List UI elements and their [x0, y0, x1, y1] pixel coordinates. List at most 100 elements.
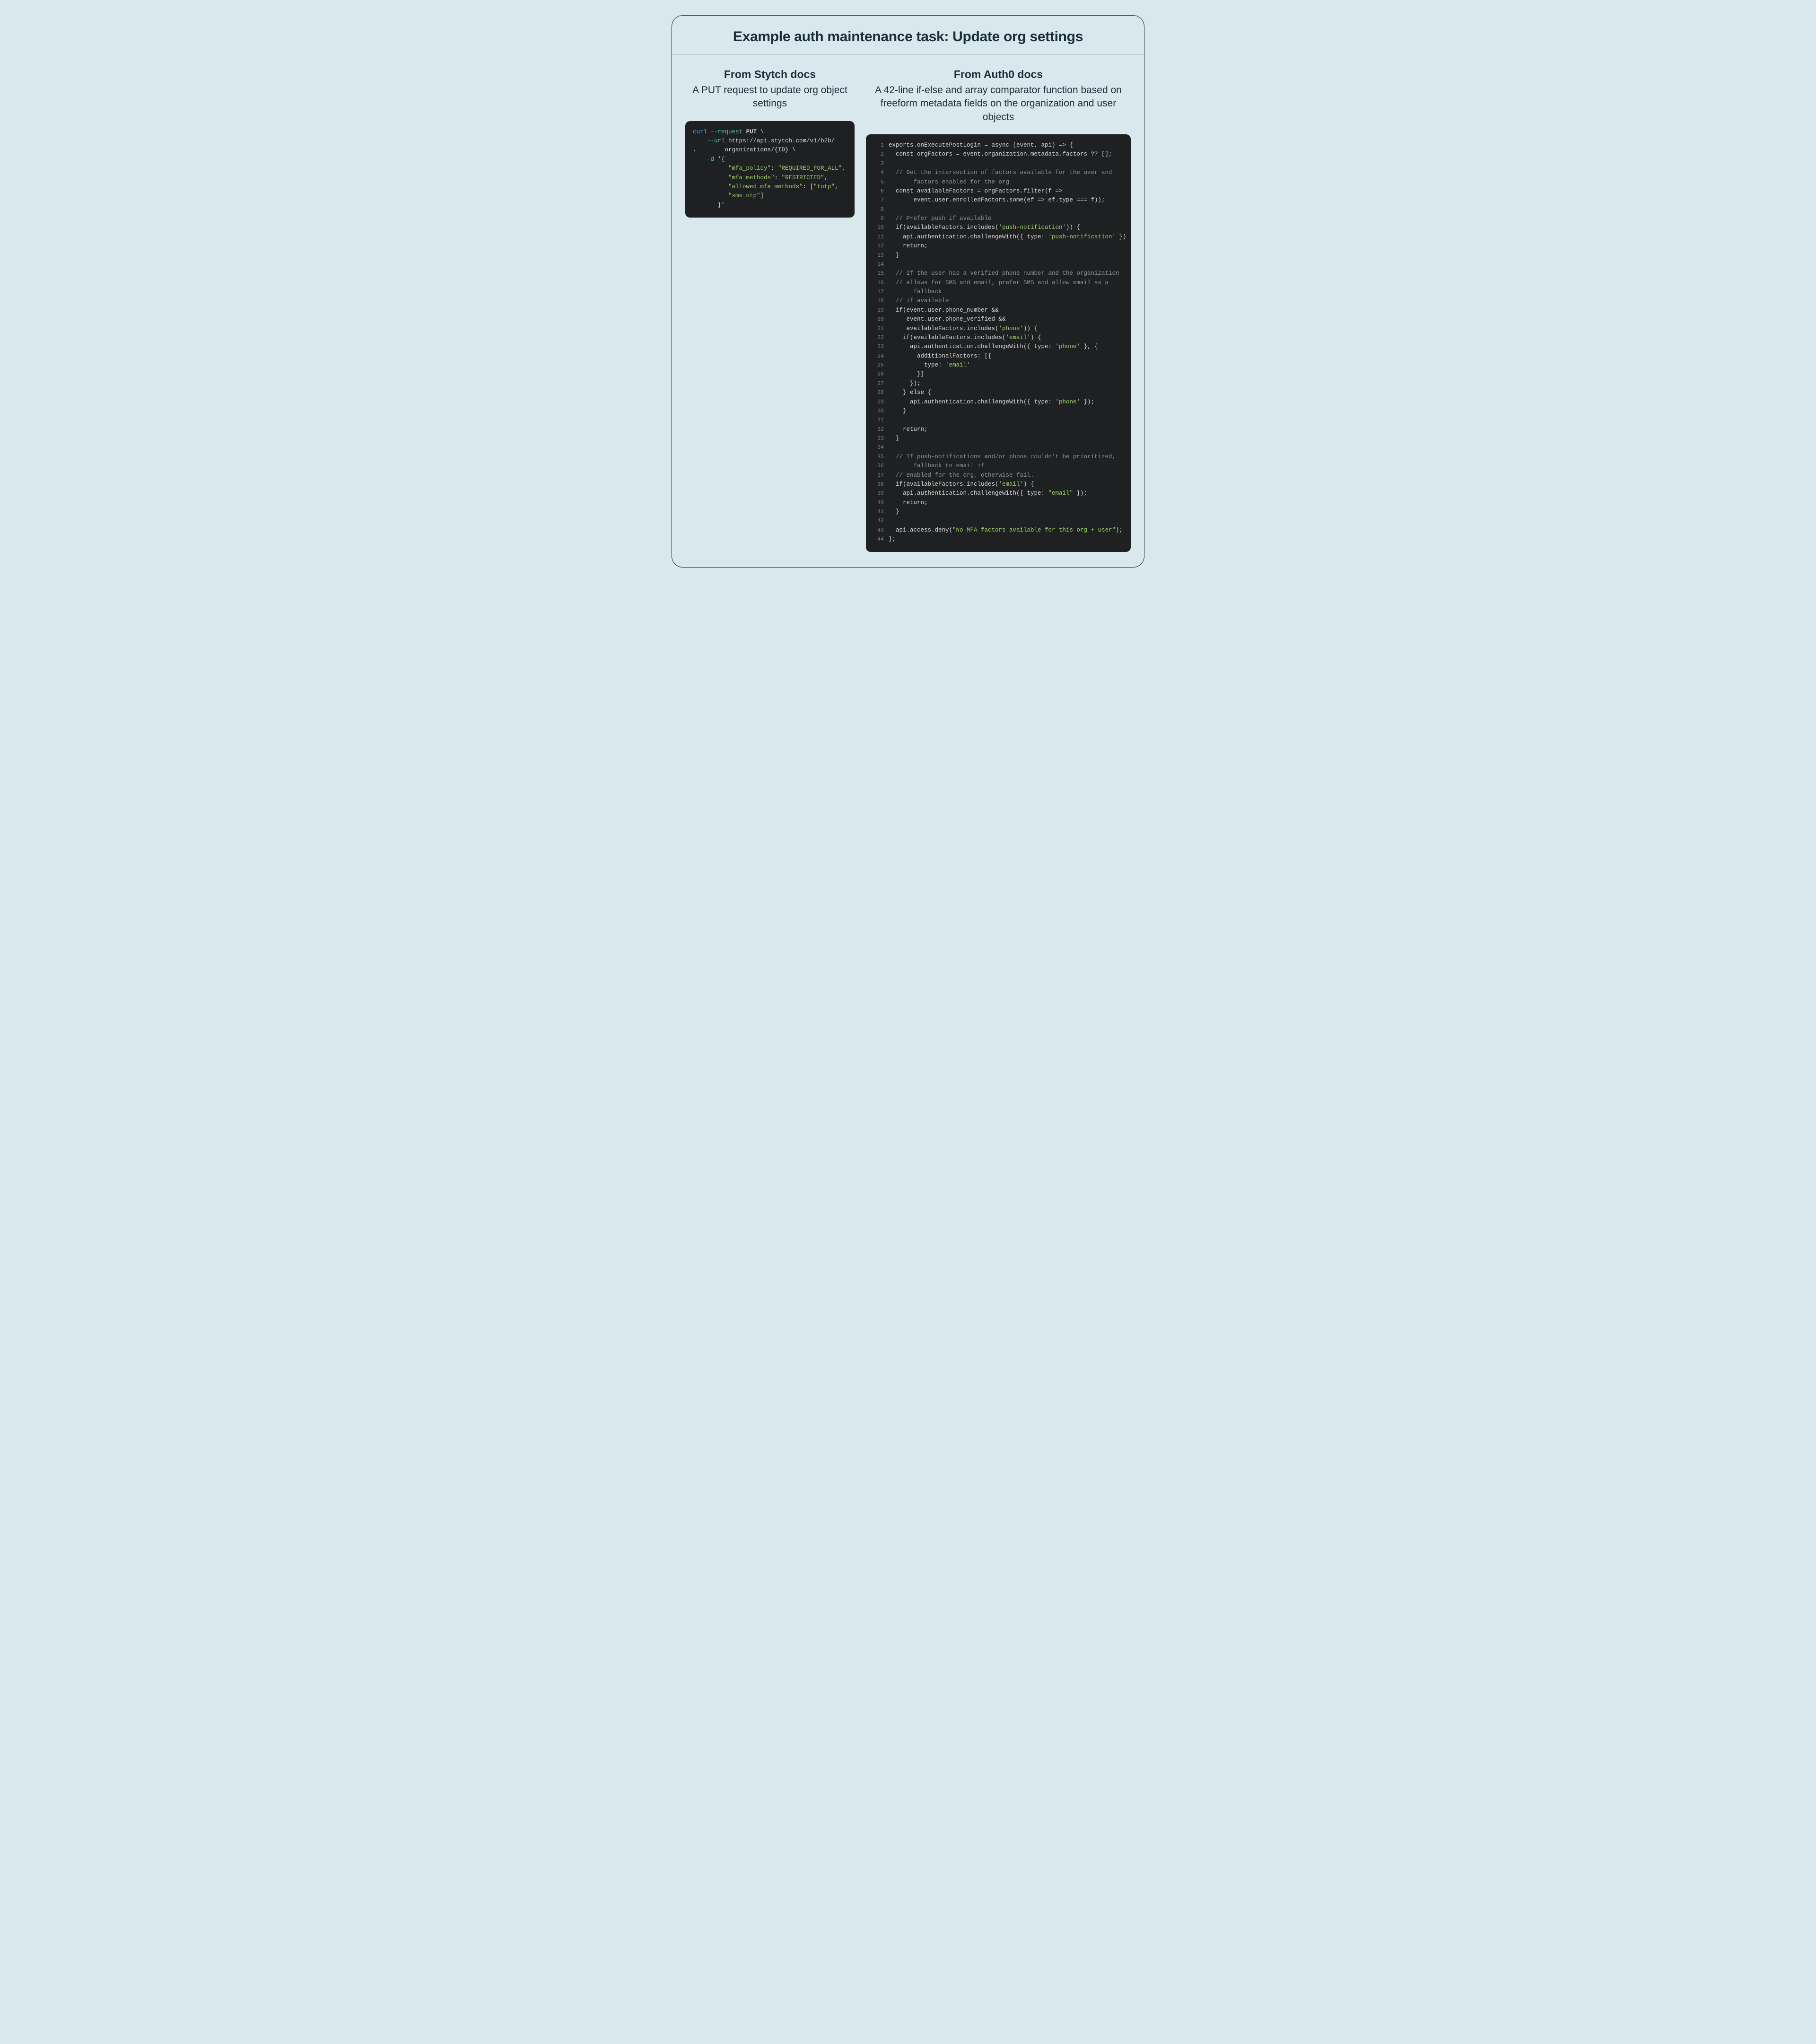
line-number: 8	[873, 205, 884, 214]
line-content: availableFactors.includes('phone')) {	[889, 324, 1038, 333]
line-number: 43	[873, 526, 884, 535]
code-line: 36 fallback to email if	[873, 462, 1123, 471]
code-line: 42	[873, 516, 1123, 525]
line-number: 10	[873, 223, 884, 232]
code-line: curl --request PUT \	[693, 128, 847, 137]
line-content: // allows for SMS and email, prefer SMS …	[889, 279, 1109, 288]
code-line: -d '{	[693, 155, 847, 164]
line-number: 12	[873, 242, 884, 251]
left-column: From Stytch docs A PUT request to update…	[685, 68, 855, 218]
line-number: 23	[873, 342, 884, 351]
line-content	[889, 159, 892, 168]
line-content: exports.onExecutePostLogin = async (even…	[889, 141, 1073, 150]
line-content: api.authentication.challengeWith({ type:…	[889, 342, 1098, 351]
code-line: 26 }]	[873, 370, 1123, 379]
line-number: 25	[873, 361, 884, 370]
code-line: 11 api.authentication.challengeWith({ ty…	[873, 233, 1123, 242]
line-content: api.authentication.challengeWith({ type:…	[889, 489, 1087, 498]
code-line: 20 event.user.phone_verified &&	[873, 315, 1123, 324]
code-line: 34	[873, 443, 1123, 452]
line-number: 5	[873, 178, 884, 187]
code-line: 30 }	[873, 407, 1123, 416]
code-line: 12 return;	[873, 242, 1123, 251]
code-line: 18 // if available	[873, 297, 1123, 306]
code-line: 29 api.authentication.challengeWith({ ty…	[873, 398, 1123, 407]
left-title: From Stytch docs	[685, 68, 855, 81]
line-content: fallback	[889, 288, 942, 297]
line-content: // Get the intersection of factors avail…	[889, 168, 1112, 177]
line-number: 28	[873, 388, 884, 397]
right-title: From Auth0 docs	[866, 68, 1131, 81]
line-content: "sms_otp"]	[693, 192, 764, 201]
line-content: if(event.user.phone_number &&	[889, 306, 999, 315]
line-content: }]	[889, 370, 924, 379]
line-number: 44	[873, 535, 884, 544]
line-content: // If the user has a verified phone numb…	[889, 269, 1119, 278]
line-number: 3	[873, 159, 884, 168]
line-content: }'	[693, 201, 725, 210]
line-content	[889, 205, 892, 214]
line-number: 21	[873, 324, 884, 333]
line-number: 34	[873, 443, 884, 452]
code-line: 8	[873, 205, 1123, 214]
line-content: const availableFactors = orgFactors.filt…	[889, 187, 1063, 196]
line-content: additionalFactors: [{	[889, 352, 992, 361]
code-line: 23 api.authentication.challengeWith({ ty…	[873, 342, 1123, 351]
code-line: 6 const availableFactors = orgFactors.fi…	[873, 187, 1123, 196]
right-column: From Auth0 docs A 42-line if-else and ar…	[866, 68, 1131, 552]
line-number: 14	[873, 260, 884, 269]
line-number: 39	[873, 489, 884, 498]
code-line: 33 }	[873, 434, 1123, 443]
line-number: 38	[873, 480, 884, 489]
line-number: 33	[873, 434, 884, 443]
code-line: 19 if(event.user.phone_number &&	[873, 306, 1123, 315]
code-line: 38 if(availableFactors.includes('email')…	[873, 480, 1123, 489]
code-line: "mfa_methods": "RESTRICTED",	[693, 174, 847, 183]
line-number: 37	[873, 471, 884, 480]
line-content: });	[889, 379, 921, 388]
line-number: 32	[873, 425, 884, 434]
code-line: 28 } else {	[873, 388, 1123, 397]
line-number: 15	[873, 269, 884, 278]
code-line: 4 // Get the intersection of factors ava…	[873, 168, 1123, 177]
code-line: 16 // allows for SMS and email, prefer S…	[873, 279, 1123, 288]
code-line: 13 }	[873, 251, 1123, 260]
line-content: api.authentication.challengeWith({ type:…	[889, 398, 1094, 407]
code-line: 14	[873, 260, 1123, 269]
code-line: "allowed_mfa_methods": ["totp",	[693, 183, 847, 192]
line-number: 24	[873, 352, 884, 361]
code-line: 43 api.access.deny("No MFA factors avail…	[873, 526, 1123, 535]
code-line: 5 factors enabled for the org	[873, 178, 1123, 187]
code-line: "sms_otp"]	[693, 192, 847, 201]
line-content: "allowed_mfa_methods": ["totp",	[693, 183, 838, 192]
line-number: 30	[873, 407, 884, 416]
code-line: 27 });	[873, 379, 1123, 388]
code-line: "mfa_policy": "REQUIRED_FOR_ALL",	[693, 164, 847, 173]
line-content: factors enabled for the org	[889, 178, 1009, 187]
line-number: 29	[873, 398, 884, 407]
line-content: if(availableFactors.includes('email') {	[889, 480, 1034, 489]
right-code-block: 1exports.onExecutePostLogin = async (eve…	[866, 134, 1131, 552]
line-content: api.authentication.challengeWith({ type:…	[889, 233, 1126, 242]
line-content: // if available	[889, 297, 949, 306]
line-number: 40	[873, 498, 884, 507]
line-content: return;	[889, 242, 928, 251]
card-title: Example auth maintenance task: Update or…	[681, 29, 1135, 45]
line-content: // If push-notifications and/or phone co…	[889, 453, 1116, 462]
line-content: }	[889, 407, 907, 416]
line-content	[889, 416, 892, 425]
line-content	[889, 260, 892, 269]
line-content: if(availableFactors.includes('push-notif…	[889, 223, 1080, 232]
code-line: 1exports.onExecutePostLogin = async (eve…	[873, 141, 1123, 150]
code-line: }'	[693, 201, 847, 210]
line-content: event.user.enrolledFactors.some(ef => ef…	[889, 196, 1105, 205]
code-line: 2 const orgFactors = event.organization.…	[873, 150, 1123, 159]
card-header: Example auth maintenance task: Update or…	[672, 16, 1144, 55]
line-number: 13	[873, 251, 884, 260]
line-content: "mfa_policy": "REQUIRED_FOR_ALL",	[693, 164, 846, 173]
code-line: 31	[873, 416, 1123, 425]
line-number: 9	[873, 214, 884, 223]
code-line: 44};	[873, 535, 1123, 544]
code-line: . organizations/{ID} \	[693, 146, 847, 155]
line-number: 41	[873, 507, 884, 516]
